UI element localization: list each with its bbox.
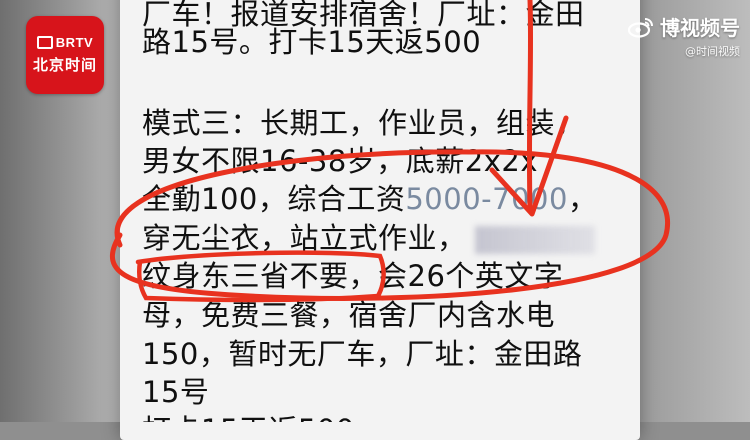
- message-line: 打卡15天返500: [142, 410, 355, 422]
- salary-range: 5000-7000: [405, 182, 568, 216]
- weibo-watermark: 博视频号 @时间视频: [628, 12, 740, 59]
- chat-message-text: 厂车！报道安排宿舍！厂址：金田 路15号。打卡15天返500 模式三：长期工，作…: [142, 0, 637, 422]
- message-text: ，: [567, 182, 598, 216]
- brtv-logo: BRTV 北京时间: [26, 16, 104, 94]
- message-line: 母，免费三餐，宿舍厂内含水电: [142, 298, 556, 332]
- weibo-icon: [628, 17, 653, 38]
- message-line: 路15号。打卡15天返500: [142, 25, 482, 59]
- message-text: 全勤100，综合工资: [142, 182, 406, 216]
- brtv-wordmark: BRTV: [36, 35, 93, 50]
- message-line: 模式三：长期工，作业员，组装，: [142, 106, 585, 140]
- blurred-text: [474, 226, 595, 254]
- message-line: 男女不限16-38岁，底薪2x2x: [142, 144, 538, 178]
- camera-icon: [36, 36, 53, 49]
- message-text: 穿无尘衣，站立式作业，: [142, 221, 467, 255]
- weibo-title: 博视频号: [660, 16, 740, 40]
- message-line: 全勤100，综合工资5000-7000，: [142, 179, 597, 220]
- message-line: 穿无尘衣，站立式作业，: [142, 218, 595, 259]
- logo-label: 北京时间: [32, 56, 97, 74]
- message-line: 纹身东三省不要，会26个英文字: [142, 259, 564, 293]
- weibo-handle: @时间视频: [685, 45, 740, 58]
- message-line: 15号: [142, 375, 210, 409]
- message-line: 150，暂时无厂车，厂址：金田路: [142, 337, 583, 371]
